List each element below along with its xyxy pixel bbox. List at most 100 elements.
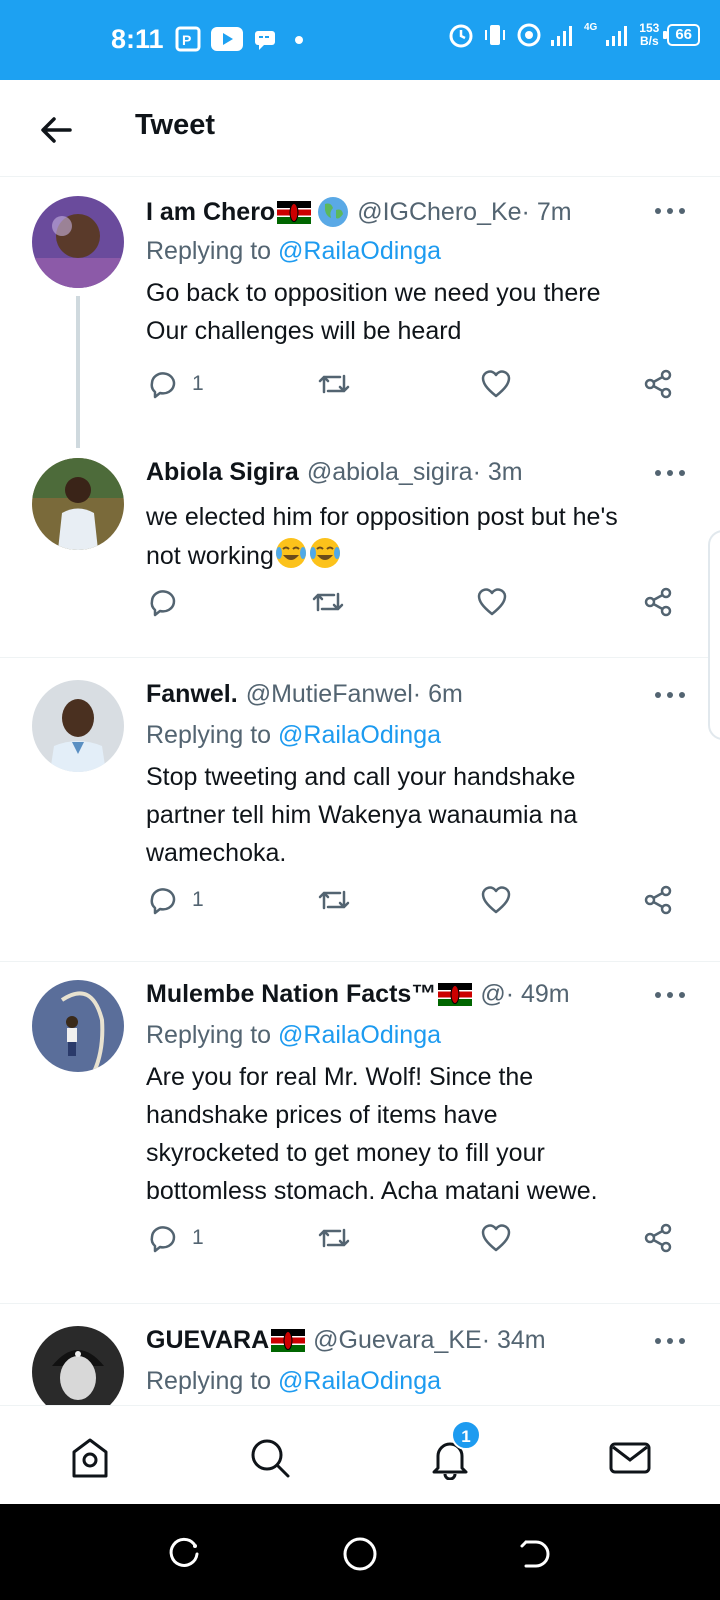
back-icon[interactable] <box>516 1534 556 1574</box>
handle: @ <box>480 980 506 1008</box>
tweet[interactable]: Mulembe Nation Facts™ @ · 49m Replying t… <box>0 962 720 1303</box>
avatar[interactable] <box>32 196 124 288</box>
retweet-button[interactable] <box>316 368 352 400</box>
kenya-flag-icon <box>277 200 312 224</box>
mention-link[interactable]: @RailaOdinga <box>278 721 441 749</box>
share-button[interactable] <box>642 884 674 916</box>
heart-icon <box>481 886 511 914</box>
avatar[interactable] <box>32 980 124 1072</box>
handle: @MutieFanwel <box>245 680 413 708</box>
laughing-crying-emoji-icon <box>275 538 306 568</box>
more-options-icon[interactable] <box>650 201 690 221</box>
share-button[interactable] <box>642 368 674 400</box>
like-button[interactable] <box>480 884 512 916</box>
timestamp: · 7m <box>521 197 572 226</box>
more-options-icon[interactable] <box>650 1331 690 1351</box>
replying-to: Replying to @RailaOdinga <box>146 721 441 750</box>
kenya-flag-icon <box>271 1329 306 1352</box>
tweet-header: Fanwel. @MutieFanwel · 6m <box>146 680 463 709</box>
tweet[interactable]: I am Chero @IGChero_Ke · 7m Replying to … <box>0 178 720 448</box>
tweet-text-line: Our challenges will be heard <box>146 317 462 345</box>
tweet-text: Stop tweeting and call your handshake pa… <box>146 758 691 872</box>
retweet-icon <box>318 890 350 910</box>
replying-to: Replying to @RailaOdinga <box>146 237 441 266</box>
display-name[interactable]: Mulembe Nation Facts™ <box>146 980 436 1009</box>
mention-link[interactable]: @RailaOdinga <box>278 1021 441 1049</box>
tweet-text: Go back to opposition we need you there … <box>146 274 691 350</box>
tweet[interactable]: Abiola Sigira @abiola_sigira · 3m we ele… <box>0 448 720 658</box>
youtube-icon <box>211 27 243 51</box>
tweet[interactable]: GUEVARA @Guevara_KE · 34m Replying to @R… <box>0 1304 720 1405</box>
heart-icon <box>481 1224 511 1252</box>
retweet-button[interactable] <box>316 884 352 916</box>
hotspot-icon <box>517 23 541 47</box>
status-right: 4G 153 B/s 66 <box>448 22 700 48</box>
search-icon[interactable] <box>248 1436 292 1480</box>
display-name[interactable]: Abiola Sigira <box>146 458 299 487</box>
scroll-handle[interactable] <box>708 530 720 740</box>
home-icon[interactable] <box>68 1436 112 1480</box>
back-arrow-icon[interactable] <box>36 110 76 150</box>
message-icon <box>255 31 275 50</box>
retweet-icon <box>318 374 350 394</box>
reply-count: 1 <box>192 372 204 395</box>
tweet-actions: 1 <box>146 884 691 924</box>
reply-icon <box>150 888 176 915</box>
display-name[interactable]: GUEVARA <box>146 1326 269 1355</box>
like-button[interactable] <box>480 1222 512 1254</box>
tweet-text-line: we elected him for opposition post but h… <box>146 503 618 531</box>
reply-button[interactable]: 1 <box>146 884 204 916</box>
timestamp: · 49m <box>505 980 570 1008</box>
reply-icon <box>150 1226 176 1253</box>
reply-button[interactable]: 1 <box>146 1222 204 1254</box>
tweet-text-line: handshake prices of items have <box>146 1101 498 1129</box>
like-button[interactable] <box>480 368 512 400</box>
more-options-icon[interactable] <box>650 685 690 705</box>
page-title: Tweet <box>135 109 216 141</box>
handle: @IGChero_Ke <box>357 197 522 226</box>
handle: @abiola_sigira <box>306 458 473 486</box>
reply-icon <box>150 372 176 399</box>
reply-button[interactable] <box>146 586 192 618</box>
notification-icons: P <box>175 26 311 52</box>
notification-badge: 1 <box>451 1420 481 1450</box>
avatar[interactable] <box>32 458 124 550</box>
mention-link[interactable]: @RailaOdinga <box>278 237 441 265</box>
globe-icon <box>318 197 349 227</box>
tweet-text-line: skyrocketed to get money to fill your <box>146 1139 545 1167</box>
bottom-navigation: 1 <box>0 1405 720 1504</box>
heart-icon <box>481 370 511 398</box>
tweet-actions <box>146 586 691 626</box>
display-name[interactable]: I am Chero <box>146 198 275 227</box>
messages-envelope-icon[interactable] <box>608 1436 652 1480</box>
share-icon <box>644 885 672 915</box>
like-button[interactable] <box>476 586 508 618</box>
replying-to: Replying to @RailaOdinga <box>146 1021 441 1050</box>
svg-text:P: P <box>182 32 191 48</box>
share-button[interactable] <box>642 1222 674 1254</box>
reply-count: 1 <box>192 888 204 911</box>
mention-link[interactable]: @RailaOdinga <box>278 1367 441 1395</box>
retweet-icon <box>318 1228 350 1248</box>
system-navigation-bar <box>0 1504 720 1600</box>
tweet-text: Are you for real Mr. Wolf! Since the han… <box>146 1058 691 1210</box>
reply-button[interactable]: 1 <box>146 368 204 400</box>
retweet-button[interactable] <box>316 1222 352 1254</box>
display-name[interactable]: Fanwel. <box>146 680 238 709</box>
more-options-icon[interactable] <box>650 463 690 483</box>
tweet-text: we elected him for opposition post but h… <box>146 498 691 575</box>
tweet-actions: 1 <box>146 1222 691 1262</box>
more-options-icon[interactable] <box>650 985 690 1005</box>
avatar[interactable] <box>32 1326 124 1405</box>
tweet[interactable]: Fanwel. @MutieFanwel · 6m Replying to @R… <box>0 658 720 961</box>
recents-icon[interactable] <box>164 1534 204 1574</box>
avatar[interactable] <box>32 680 124 772</box>
share-button[interactable] <box>642 586 674 618</box>
speed-unit: B/s <box>639 34 659 48</box>
reply-count: 1 <box>192 1226 204 1249</box>
laughing-crying-emoji-icon <box>309 538 340 568</box>
retweet-button[interactable] <box>310 586 346 618</box>
alarm-icon <box>449 24 473 48</box>
home-button-icon[interactable] <box>340 1534 380 1574</box>
kenya-flag-icon <box>438 983 473 1006</box>
